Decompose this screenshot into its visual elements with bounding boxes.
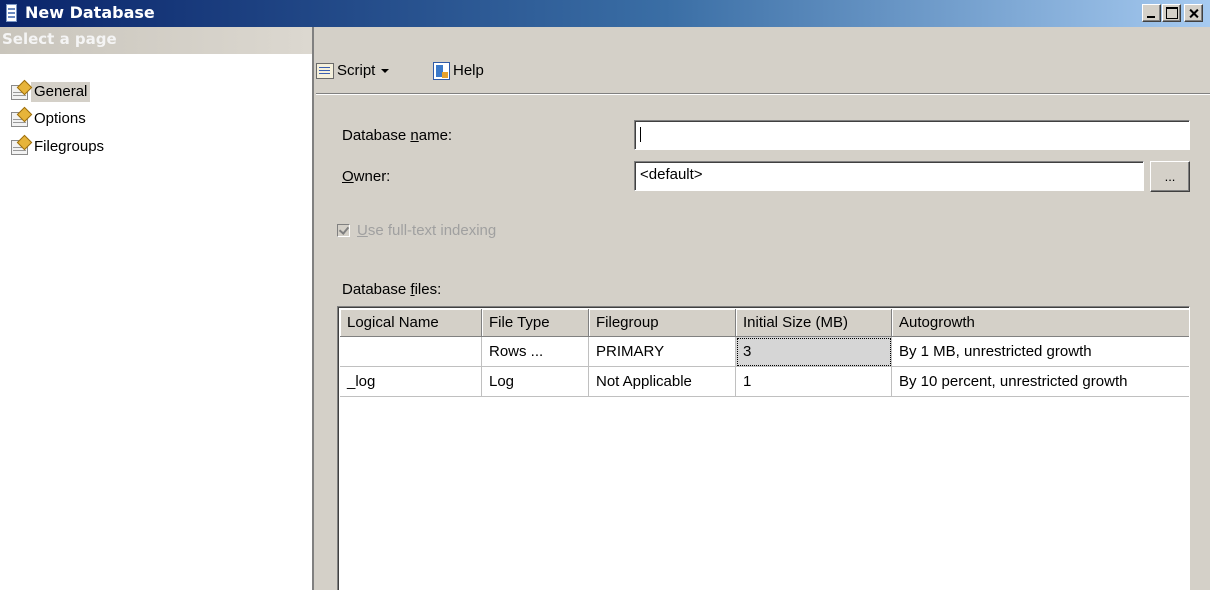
column-header-initial-size[interactable]: Initial Size (MB) — [736, 309, 892, 337]
cell-logical-name[interactable]: _log — [340, 367, 482, 397]
script-icon — [316, 63, 334, 79]
cell-file-type[interactable]: Rows ... — [482, 337, 589, 367]
cell-filegroup[interactable]: PRIMARY — [589, 337, 736, 367]
help-icon — [433, 62, 450, 80]
script-label: Script — [337, 62, 376, 79]
cell-initial-size[interactable]: 1 — [736, 367, 892, 397]
page-item-label: General — [31, 82, 91, 102]
page-selector-header: Select a page — [0, 27, 312, 54]
title-bar: New Database — [0, 0, 1210, 27]
browse-owner-button[interactable]: ... — [1150, 161, 1190, 192]
page-icon — [11, 84, 28, 100]
page-selector-pane: Select a page General Options Filegroups — [0, 27, 314, 590]
database-files-grid[interactable]: Logical Name File Type Filegroup Initial… — [337, 306, 1190, 590]
column-header-file-type[interactable]: File Type — [482, 309, 589, 337]
cell-autogrowth[interactable]: By 1 MB, unrestricted growth — [892, 337, 1189, 367]
column-header-autogrowth[interactable]: Autogrowth — [892, 309, 1189, 337]
close-button[interactable] — [1184, 4, 1203, 22]
cell-filegroup[interactable]: Not Applicable — [589, 367, 736, 397]
script-button[interactable]: Script — [316, 60, 395, 82]
page-item-label: Options — [34, 110, 86, 127]
dropdown-arrow-icon[interactable] — [381, 69, 390, 73]
help-label: Help — [453, 62, 484, 79]
owner-label: Owner: — [342, 168, 391, 185]
database-name-input[interactable] — [634, 120, 1190, 150]
cell-logical-name[interactable] — [340, 337, 482, 367]
database-name-label: Database name: — [342, 127, 453, 144]
owner-input[interactable]: <default> — [634, 161, 1144, 191]
help-button[interactable]: Help — [433, 60, 484, 82]
window-title: New Database — [25, 3, 155, 22]
database-files-label: Database files: — [342, 281, 442, 298]
cell-file-type[interactable]: Log — [482, 367, 589, 397]
fulltext-indexing-checkbox[interactable] — [337, 224, 350, 237]
page-item-label: Filegroups — [34, 138, 105, 155]
page-icon — [11, 139, 28, 155]
column-header-logical-name[interactable]: Logical Name — [340, 309, 482, 337]
page-item-filegroups[interactable]: Filegroups — [11, 137, 107, 157]
database-icon — [6, 4, 17, 22]
minimize-button[interactable] — [1142, 4, 1161, 22]
page-icon — [11, 111, 28, 127]
page-item-general[interactable]: General — [11, 82, 91, 102]
text-caret — [640, 126, 641, 142]
fulltext-indexing-label: Use full-text indexing — [357, 222, 497, 239]
maximize-button[interactable] — [1162, 4, 1181, 22]
cell-autogrowth[interactable]: By 10 percent, unrestricted growth — [892, 367, 1189, 397]
column-header-filegroup[interactable]: Filegroup — [589, 309, 736, 337]
cell-initial-size[interactable]: 3 — [736, 337, 892, 367]
page-item-options[interactable]: Options — [11, 109, 89, 129]
fulltext-indexing-option[interactable]: Use full-text indexing — [337, 222, 496, 239]
